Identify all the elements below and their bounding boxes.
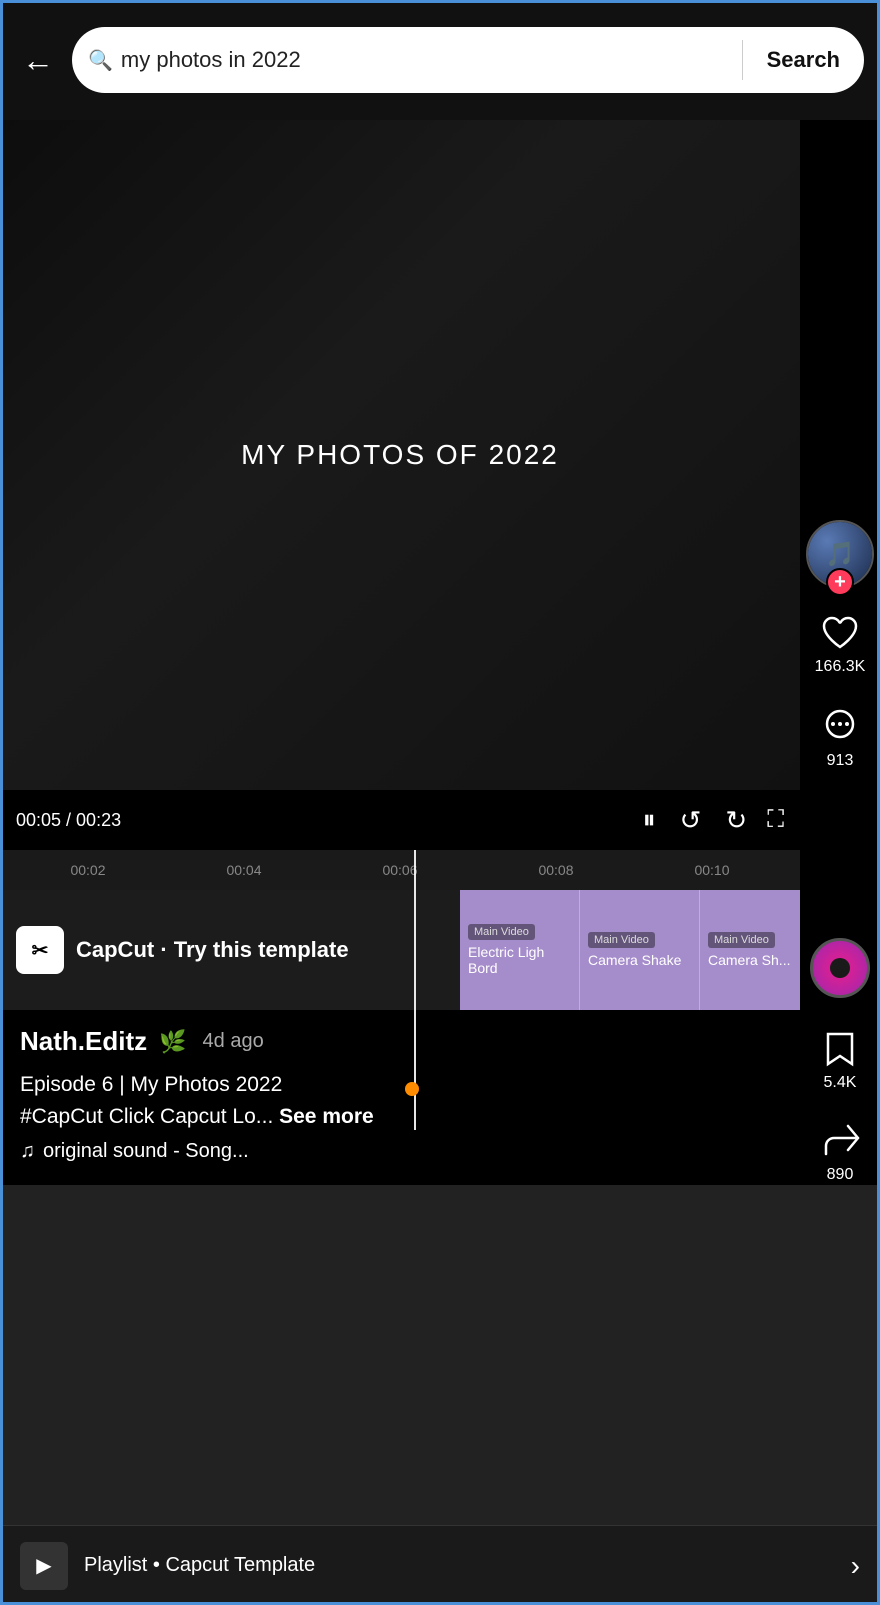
share-button[interactable]: 890 bbox=[818, 1118, 862, 1184]
timeline-area[interactable]: 00:02 00:04 00:06 00:08 00:10 bbox=[0, 850, 800, 890]
author-badge: 🌿 bbox=[159, 1029, 186, 1055]
fullscreen-button[interactable]: ⛶ bbox=[767, 806, 784, 834]
music-disc[interactable] bbox=[810, 938, 870, 998]
clips-area: Main Video Electric Ligh Bord Main Video… bbox=[460, 890, 800, 1010]
playlist-icon: ▶ bbox=[20, 1542, 68, 1590]
sound-row[interactable]: ♫ original sound - Song... bbox=[20, 1140, 780, 1163]
author-time: 4d ago bbox=[203, 1030, 264, 1053]
author-section: Nath.Editz 🌿 4d ago Episode 6 | My Photo… bbox=[0, 1010, 800, 1171]
forward-button[interactable]: ↻ bbox=[725, 805, 747, 836]
search-divider bbox=[742, 40, 743, 80]
capcut-logo: ✂ bbox=[16, 926, 64, 974]
capcut-cta-text: CapCut · Try this template bbox=[76, 937, 349, 963]
author-row: Nath.Editz 🌿 4d ago bbox=[20, 1026, 780, 1057]
author-name[interactable]: Nath.Editz bbox=[20, 1026, 147, 1057]
back-button[interactable]: ← bbox=[16, 38, 60, 82]
tick-1: 00:02 bbox=[10, 862, 166, 878]
video-controls: 00:05 / 00:23 ⏸ ↺ ↻ ⛶ bbox=[0, 790, 800, 850]
rewind-button[interactable]: ↺ bbox=[680, 805, 702, 836]
like-count: 166.3K bbox=[815, 658, 866, 676]
timeline-markers: 00:02 00:04 00:06 00:08 00:10 bbox=[10, 862, 790, 878]
bookmark-section: 5.4K bbox=[800, 1010, 880, 1106]
tick-2: 00:04 bbox=[166, 862, 322, 878]
comment-count: 913 bbox=[827, 752, 854, 770]
clip-name-1: Electric Ligh Bord bbox=[468, 944, 571, 976]
clip-badge-2: Main Video bbox=[588, 932, 655, 948]
video-thumbnail[interactable]: MY PHOTOS OF 2022 bbox=[0, 120, 800, 790]
capcut-cta-area[interactable]: ✂ CapCut · Try this template bbox=[0, 890, 460, 1010]
video-area: MY PHOTOS OF 2022 bbox=[0, 120, 800, 790]
bookmark-icon bbox=[818, 1026, 862, 1070]
like-button[interactable]: 166.3K bbox=[815, 610, 866, 676]
sound-text: original sound - Song... bbox=[43, 1140, 249, 1163]
right-sidebar: 🎵 + 166.3K 913 bbox=[800, 120, 880, 784]
author-avatar-wrap: 🎵 + bbox=[806, 520, 874, 588]
time-display: 00:05 / 00:23 bbox=[16, 810, 146, 831]
music-note-icon: ♫ bbox=[20, 1140, 35, 1163]
timeline-marker-dot bbox=[405, 1082, 419, 1096]
clip-item-3: Main Video Camera Sh... bbox=[700, 890, 800, 1010]
share-count: 890 bbox=[827, 1166, 854, 1184]
tick-5: 00:10 bbox=[634, 862, 790, 878]
clip-badge-3: Main Video bbox=[708, 932, 775, 948]
bookmark-count: 5.4K bbox=[824, 1074, 857, 1092]
search-bar: 🔍 my photos in 2022 Search bbox=[72, 27, 864, 93]
follow-button[interactable]: + bbox=[826, 568, 854, 596]
music-disc-inner bbox=[830, 958, 850, 978]
clip-name-3: Camera Sh... bbox=[708, 952, 790, 968]
see-more-button[interactable]: See more bbox=[279, 1105, 374, 1128]
video-title: MY PHOTOS OF 2022 bbox=[241, 439, 559, 471]
bookmark-button[interactable]: 5.4K bbox=[818, 1026, 862, 1092]
top-bar: ← 🔍 my photos in 2022 Search bbox=[0, 0, 880, 120]
bottom-bar[interactable]: ▶ Playlist • Capcut Template › bbox=[0, 1525, 880, 1605]
video-description: Episode 6 | My Photos 2022#CapCut Click … bbox=[20, 1069, 780, 1132]
search-query[interactable]: my photos in 2022 bbox=[121, 47, 726, 73]
tick-3: 00:06 bbox=[322, 862, 478, 878]
pause-button[interactable]: ⏸ bbox=[643, 804, 656, 836]
tick-4: 00:08 bbox=[478, 862, 634, 878]
playlist-play-icon: ▶ bbox=[36, 1553, 51, 1578]
clip-item: Main Video Electric Ligh Bord bbox=[460, 890, 580, 1010]
keyboard-area bbox=[0, 1185, 880, 1525]
search-button[interactable]: Search bbox=[759, 47, 848, 73]
share-icon bbox=[818, 1118, 862, 1162]
desc-text: Episode 6 | My Photos 2022#CapCut Click … bbox=[20, 1073, 282, 1128]
search-icon: 🔍 bbox=[88, 48, 113, 73]
clip-badge-1: Main Video bbox=[468, 924, 535, 940]
comment-button[interactable]: 913 bbox=[818, 704, 862, 770]
heart-icon bbox=[818, 610, 862, 654]
clip-name-2: Camera Shake bbox=[588, 952, 681, 968]
comment-icon bbox=[818, 704, 862, 748]
chevron-right-icon: › bbox=[851, 1550, 860, 1582]
playlist-text: Playlist • Capcut Template bbox=[84, 1554, 835, 1577]
clip-item-2: Main Video Camera Shake bbox=[580, 890, 700, 1010]
